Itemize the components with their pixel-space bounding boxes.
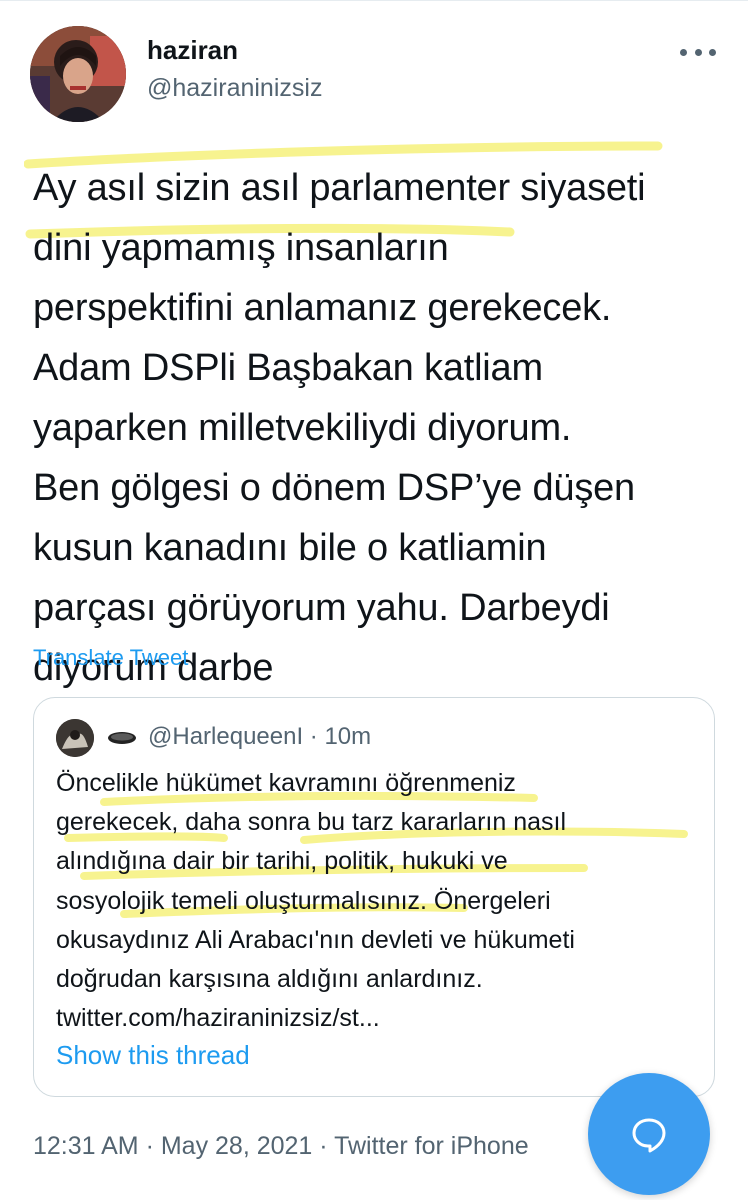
avatar[interactable]: [30, 26, 126, 122]
quoted-tweet[interactable]: @HarlequeenI · 10m Öncelikle hükümet kav…: [33, 697, 715, 1097]
quoted-avatar[interactable]: [56, 719, 94, 757]
top-divider: [0, 0, 748, 8]
quoted-text-line: doğrudan karşısına aldığını anlardınız.: [56, 965, 483, 994]
tweet-text: Ay asıl sizin asıl parlamenter siyaseti …: [33, 158, 723, 698]
quoted-text-line: alındığına dair bir tarihi, politik, huk…: [56, 847, 508, 876]
tweet-text-line: Ay asıl sizin asıl parlamenter siyaseti: [33, 167, 646, 209]
quoted-text-line: sosyolojik temeli oluşturmalısınız. Öner…: [56, 886, 551, 915]
quoted-text-line: okusaydınız Ali Arabacı'nın devleti ve h…: [56, 925, 575, 954]
quoted-text: Öncelikle hükümet kavramını öğrenmeniz g…: [56, 764, 696, 1038]
user-handle[interactable]: @haziraninizsiz: [147, 74, 322, 103]
display-name[interactable]: haziran: [147, 35, 238, 66]
tweet-text-line: Ben gölgesi o dönem DSP’ye düşen: [33, 467, 635, 509]
quoted-link[interactable]: twitter.com/haziraninizsiz/st...: [56, 999, 696, 1038]
tweet-timestamp[interactable]: 12:31 AM · May 28, 2021 · Twitter for iP…: [33, 1132, 529, 1161]
tweet-text-line: parçası görüyorum yahu. Darbeydi: [33, 587, 610, 629]
tweet-text-line: perspektifini anlamanız gerekecek.: [33, 287, 612, 329]
show-thread-link[interactable]: Show this thread: [56, 1040, 250, 1071]
tweet-text-line: kusun kanadını bile o katliamin: [33, 527, 547, 569]
tweet-text-line: yaparken milletvekiliydi diyorum.: [33, 407, 572, 449]
more-horizontal-icon[interactable]: [680, 40, 716, 64]
tweet-text-line: dini yapmamış insanların: [33, 227, 449, 269]
compose-button[interactable]: [588, 1073, 710, 1195]
quoted-text-line: gerekecek, daha sonra bu tarz kararların…: [56, 808, 566, 837]
tweet-text-line: Adam DSPli Başbakan katliam: [33, 347, 543, 389]
translate-tweet-link[interactable]: Translate Tweet: [33, 645, 188, 671]
quoted-text-line: Öncelikle hükümet kavramını öğrenmeniz: [56, 769, 516, 797]
chat-bubble-icon: [632, 1118, 666, 1153]
quoted-meta[interactable]: @HarlequeenI · 10m: [148, 723, 371, 751]
hole-emoji-icon: [107, 731, 137, 745]
